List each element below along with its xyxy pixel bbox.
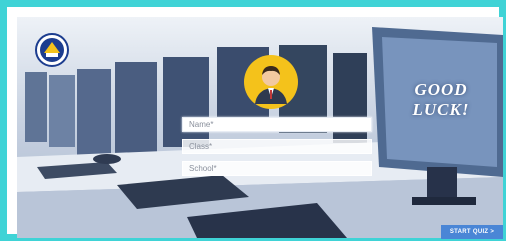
school-logo-icon [35,33,69,67]
monitor-shape [49,75,75,147]
computer-lab-background: GOOD LUCK! [17,17,503,238]
good-luck-line-2: LUCK! [412,100,470,119]
monitor-shape [77,69,111,155]
class-input[interactable] [182,139,372,154]
good-luck-text: GOOD LUCK! [395,80,487,120]
quiz-login-frame: GOOD LUCK! START QUIZ > [0,0,506,241]
name-input[interactable] [182,117,372,132]
monitor-stand [412,197,476,205]
good-luck-line-1: GOOD [414,80,468,99]
start-quiz-button[interactable]: START QUIZ > [441,225,503,239]
student-avatar-icon [243,54,299,110]
monitor-shape [115,62,157,158]
school-input[interactable] [182,161,372,176]
monitor-shape [25,72,47,142]
monitor-stand [427,167,457,199]
login-form [182,117,372,183]
mouse-shape [93,154,121,164]
